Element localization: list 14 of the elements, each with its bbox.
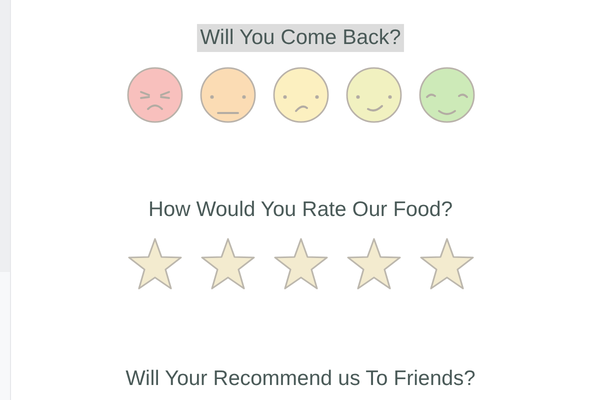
star-icon[interactable] [200,237,256,291]
star-icon[interactable] [346,237,402,291]
star-icon[interactable] [126,237,182,291]
star-icon[interactable] [272,237,328,291]
confused-face-icon[interactable] [272,67,328,123]
question-title: How Would You Rate Our Food? [147,197,454,223]
star-rating[interactable] [126,237,474,291]
angry-face-icon[interactable] [126,67,182,123]
question-title: Will You Come Back? [197,24,404,52]
neutral-face-icon[interactable] [200,67,256,123]
happy-face-icon[interactable] [418,67,474,123]
smile-face-icon[interactable] [346,67,402,123]
star-icon[interactable] [418,237,474,291]
question-title: Will Your Recommend us To Friends? [124,366,476,392]
